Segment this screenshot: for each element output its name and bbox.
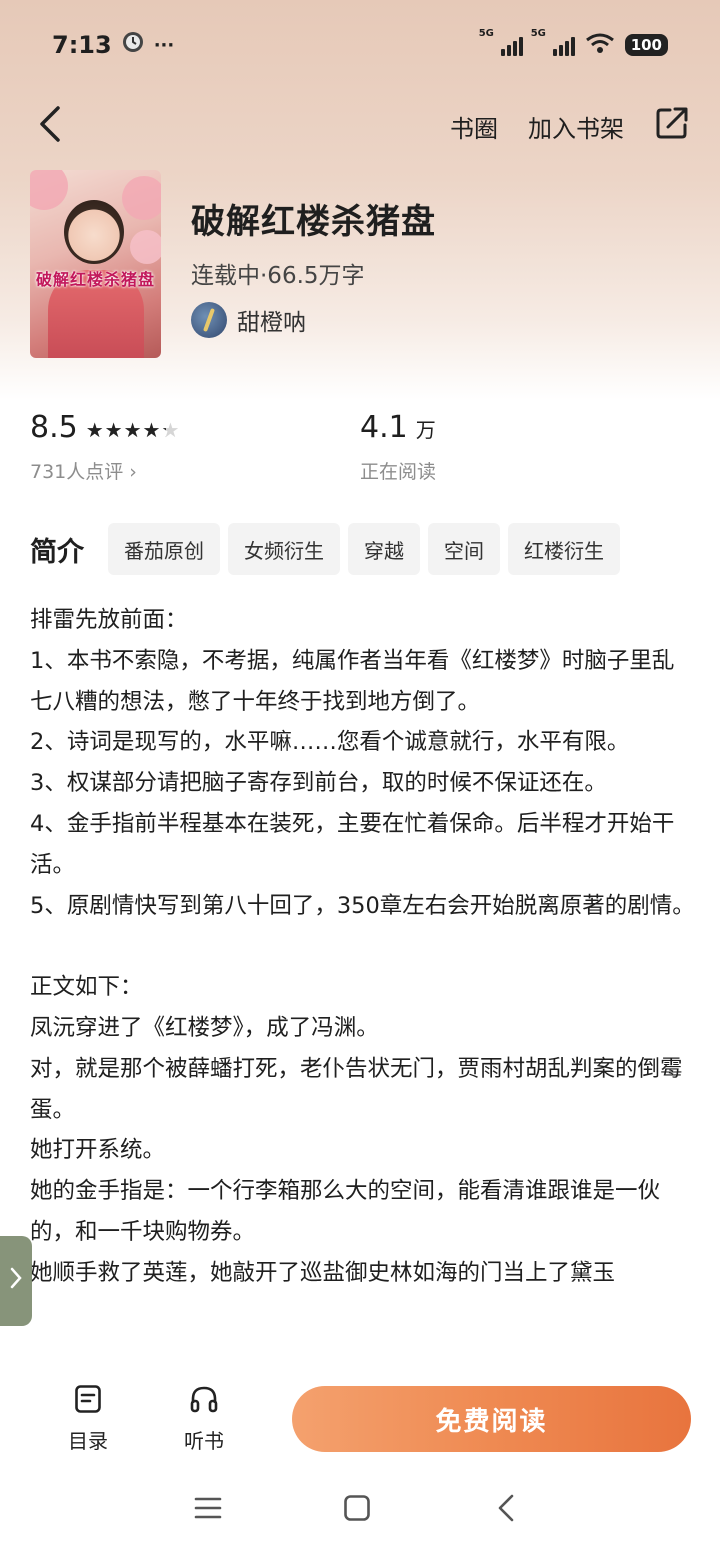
intro-paragraph: 1、本书不索隐，不考据，纯属作者当年看《红楼梦》时脑子里乱七八糟的想法，憋了十年…	[30, 647, 675, 715]
chevron-right-icon	[9, 1266, 23, 1296]
intro-spacer	[30, 926, 695, 967]
home-icon[interactable]	[343, 1494, 371, 1526]
intro-paragraph: 她的金手指是：一个行李箱那么大的空间，能看清谁跟谁是一伙的，和一千块购物券。	[30, 1178, 661, 1245]
clock-icon	[122, 31, 144, 59]
book-meta: 连载中·66.5万字	[191, 263, 365, 289]
share-icon[interactable]	[654, 105, 690, 147]
top-navigation: 书圈 加入书架	[0, 96, 720, 156]
toc-icon	[74, 1384, 102, 1419]
free-read-button[interactable]: 免费阅读	[292, 1386, 691, 1452]
readers-count: 4.1	[360, 410, 408, 445]
tag-fanqie-original[interactable]: 番茄原创	[108, 523, 220, 575]
wifi-icon	[585, 32, 615, 58]
signal-icon: 5G	[479, 28, 523, 56]
intro-heading: 简介	[30, 536, 84, 568]
intro-paragraph: 3、权谋部分请把脑子寄存到前台，取的时候不保证还在。	[30, 770, 607, 797]
headphones-icon	[189, 1384, 219, 1419]
toc-button[interactable]: 目录	[48, 1384, 128, 1454]
tag-time-travel[interactable]: 穿越	[348, 523, 420, 575]
intro-tags-row: 简介 番茄原创 女频衍生 穿越 空间 红楼衍生	[30, 523, 620, 575]
tag-space[interactable]: 空间	[428, 523, 500, 575]
battery-icon: 100	[624, 34, 668, 56]
status-time: 7:13	[52, 31, 112, 59]
tag-female-derivative[interactable]: 女频衍生	[228, 523, 340, 575]
intro-paragraph: 4、金手指前半程基本在装死，主要在忙着保命。后半程才开始干活。	[30, 810, 675, 878]
side-drawer-handle[interactable]	[0, 1236, 32, 1326]
intro-paragraph: 2、诗词是现写的，水平嘛……您看个诚意就行，水平有限。	[30, 729, 630, 756]
menu-icon[interactable]	[194, 1494, 222, 1526]
cover-title: 破解红楼杀猪盘	[35, 270, 155, 289]
top-actions: 书圈 加入书架	[450, 105, 690, 147]
readers-label: 正在阅读	[360, 461, 437, 483]
author-name: 甜橙呐	[237, 310, 306, 336]
back-icon[interactable]	[36, 104, 64, 148]
bottom-action-bar: 目录 听书 免费阅读	[0, 1368, 720, 1468]
review-count: 731人点评 ›	[30, 461, 137, 483]
listen-button[interactable]: 听书	[164, 1384, 244, 1454]
status-right: 5G 5G 100	[479, 28, 668, 58]
intro-paragraph: 凤沅穿进了《红楼梦》，成了冯渊。	[30, 1014, 379, 1041]
book-header: 破解红楼杀猪盘 破解红楼杀猪盘 连载中·66.5万字 甜橙呐	[30, 170, 690, 360]
avatar	[191, 302, 227, 338]
add-to-shelf-button[interactable]: 加入书架	[528, 109, 624, 144]
rating-score: 8.5	[30, 410, 78, 445]
intro-paragraph: 排雷先放前面：	[30, 607, 188, 633]
readers-unit: 万	[415, 418, 436, 442]
rating-block[interactable]: 8.5 ★★★★★ ★★★★★ 731人点评 ›	[30, 410, 180, 484]
stats-row: 8.5 ★★★★★ ★★★★★ 731人点评 › 4.1 万 正在阅读	[30, 410, 690, 490]
intro-paragraph: 她打开系统。	[30, 1137, 166, 1164]
status-left: 7:13 ···	[52, 31, 174, 59]
tag-honglou-derivative[interactable]: 红楼衍生	[508, 523, 620, 575]
book-cover[interactable]: 破解红楼杀猪盘	[30, 170, 161, 358]
nav-back-icon[interactable]	[495, 1494, 517, 1526]
toc-label: 目录	[68, 1429, 108, 1453]
book-circle-button[interactable]: 书圈	[450, 109, 498, 144]
intro-text[interactable]: 排雷先放前面： 1、本书不索隐，不考据，纯属作者当年看《红楼梦》时脑子里乱七八糟…	[30, 600, 695, 1362]
status-bar: 7:13 ··· 5G 5G 100	[0, 0, 720, 90]
star-rating-icon: ★★★★★ ★★★★★	[85, 418, 181, 442]
readers-block: 4.1 万 正在阅读	[360, 410, 436, 484]
listen-label: 听书	[184, 1429, 224, 1453]
more-notifications-icon: ···	[153, 34, 175, 56]
author[interactable]: 甜橙呐	[191, 302, 306, 338]
signal-icon-2: 5G	[531, 28, 575, 56]
intro-paragraph: 她顺手救了英莲，她敲开了巡盐御史林如海的门当上了黛玉	[30, 1259, 616, 1286]
system-navigation-bar	[0, 1470, 720, 1559]
intro-paragraph: 5、原剧情快写到第八十回了，350章左右会开始脱离原著的剧情。	[30, 892, 695, 919]
intro-paragraph: 对，就是那个被薛蟠打死，老仆告状无门，贾雨村胡乱判案的倒霉蛋。	[30, 1055, 683, 1123]
book-title: 破解红楼杀猪盘	[191, 202, 436, 242]
intro-paragraph: 正文如下：	[30, 974, 143, 1001]
